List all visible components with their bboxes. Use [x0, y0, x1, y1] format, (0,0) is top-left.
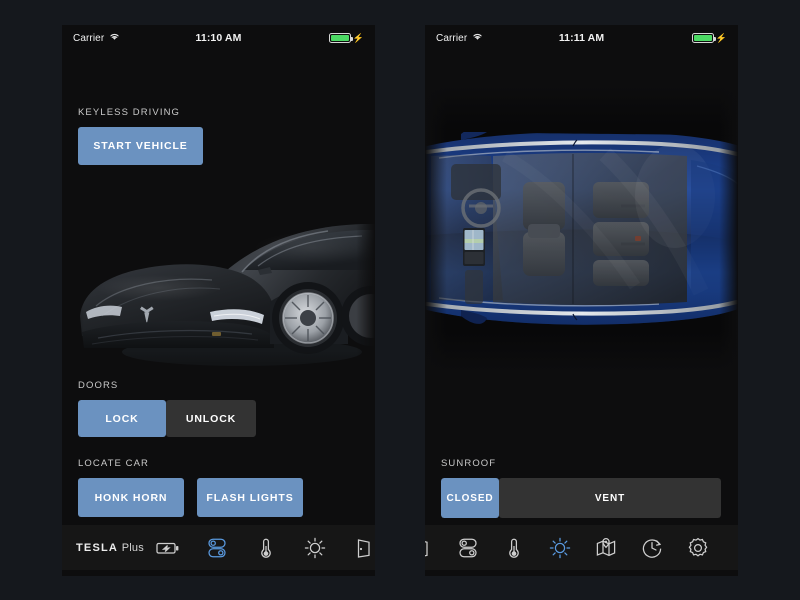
gear-icon [686, 536, 710, 560]
tab-bar-right [425, 525, 738, 570]
battery-icon [328, 33, 353, 43]
screen-left: KEYLESS DRIVING START VEHICLE DOORS LOCK… [62, 51, 375, 576]
phone-right: Carrier 11:11 AM ⚡ SUNROOF CLOSED VENT [425, 25, 738, 576]
phone-left: Carrier 11:10 AM ⚡ KEYLESS DRIVING START… [62, 25, 375, 576]
status-bar-right: Carrier 11:11 AM ⚡ [425, 25, 738, 51]
door-icon [354, 536, 374, 560]
tab-doors[interactable] [340, 525, 375, 570]
tesla-model-s-roof-image [425, 86, 738, 371]
keyless-driving-label: KEYLESS DRIVING [78, 107, 181, 118]
lightning-bolt-icon: ⚡ [352, 32, 364, 43]
tab-toggles[interactable] [193, 525, 242, 570]
tab-lights[interactable] [291, 525, 340, 570]
wifi-icon [109, 32, 120, 44]
doors-lock-segment[interactable]: LOCK [78, 400, 166, 437]
brand-primary: TESLA [76, 541, 119, 554]
sun-icon [303, 536, 327, 560]
status-bar-left-group: Carrier [436, 32, 483, 44]
toggles-icon [205, 536, 229, 560]
tab-bar-left: TESLA Plus [62, 525, 375, 570]
sunroof-label: SUNROOF [441, 458, 497, 469]
honk-horn-button[interactable]: HONK HORN [78, 478, 184, 517]
brand-secondary: Plus [121, 541, 144, 554]
lightning-bolt-icon: ⚡ [715, 32, 727, 43]
screen-right: SUNROOF CLOSED VENT [425, 51, 738, 576]
doors-unlock-segment[interactable]: UNLOCK [166, 400, 256, 437]
doors-segmented-control: LOCK UNLOCK [78, 400, 256, 437]
battery-icon [691, 33, 716, 43]
tab-climate[interactable] [242, 525, 291, 570]
tab-lights[interactable] [537, 525, 583, 570]
battery-charging-icon [156, 540, 180, 556]
thermometer-icon [256, 536, 276, 560]
status-bar-right-group: ⚡ [691, 32, 727, 43]
carrier-label: Carrier [436, 32, 468, 44]
wifi-icon [472, 32, 483, 44]
tab-doors[interactable] [425, 525, 445, 570]
tab-list-right [425, 525, 738, 570]
tab-settings[interactable] [675, 525, 721, 570]
tab-scheduler[interactable] [629, 525, 675, 570]
carrier-label: Carrier [73, 32, 105, 44]
sunroof-vent-segment[interactable]: VENT [499, 478, 721, 518]
sun-icon [548, 536, 572, 560]
doors-label: DOORS [78, 380, 119, 391]
clock-timer-icon [640, 536, 664, 560]
flash-lights-button[interactable]: FLASH LIGHTS [197, 478, 303, 517]
app-stage: Carrier 11:10 AM ⚡ KEYLESS DRIVING START… [0, 0, 800, 600]
tesla-plus-logo: TESLA Plus [62, 542, 144, 554]
doors-section: DOORS LOCK UNLOCK [78, 380, 256, 437]
thermometer-icon [504, 536, 524, 560]
status-bar-left-group: Carrier [73, 32, 120, 44]
tab-climate[interactable] [491, 525, 537, 570]
tab-battery-charging[interactable] [144, 525, 193, 570]
start-vehicle-button[interactable]: START VEHICLE [78, 127, 203, 165]
locate-car-button-row: HONK HORN FLASH LIGHTS [78, 478, 303, 517]
locate-car-label: LOCATE CAR [78, 458, 150, 469]
status-bar-left: Carrier 11:10 AM ⚡ [62, 25, 375, 51]
tesla-model-s-front-image [62, 166, 375, 381]
status-bar-right-group: ⚡ [328, 32, 364, 43]
keyless-driving-section: KEYLESS DRIVING START VEHICLE [78, 107, 203, 165]
toggles-icon [456, 536, 480, 560]
tab-location[interactable] [583, 525, 629, 570]
sunroof-segmented-control: CLOSED VENT [441, 478, 721, 518]
sunroof-section: SUNROOF CLOSED VENT [441, 458, 721, 518]
locate-car-section: LOCATE CAR HONK HORN FLASH LIGHTS [78, 458, 303, 517]
map-pin-icon [594, 536, 618, 560]
tab-list-left [144, 525, 375, 570]
sunroof-closed-segment[interactable]: CLOSED [441, 478, 499, 518]
door-icon [425, 536, 432, 560]
tab-toggles[interactable] [445, 525, 491, 570]
